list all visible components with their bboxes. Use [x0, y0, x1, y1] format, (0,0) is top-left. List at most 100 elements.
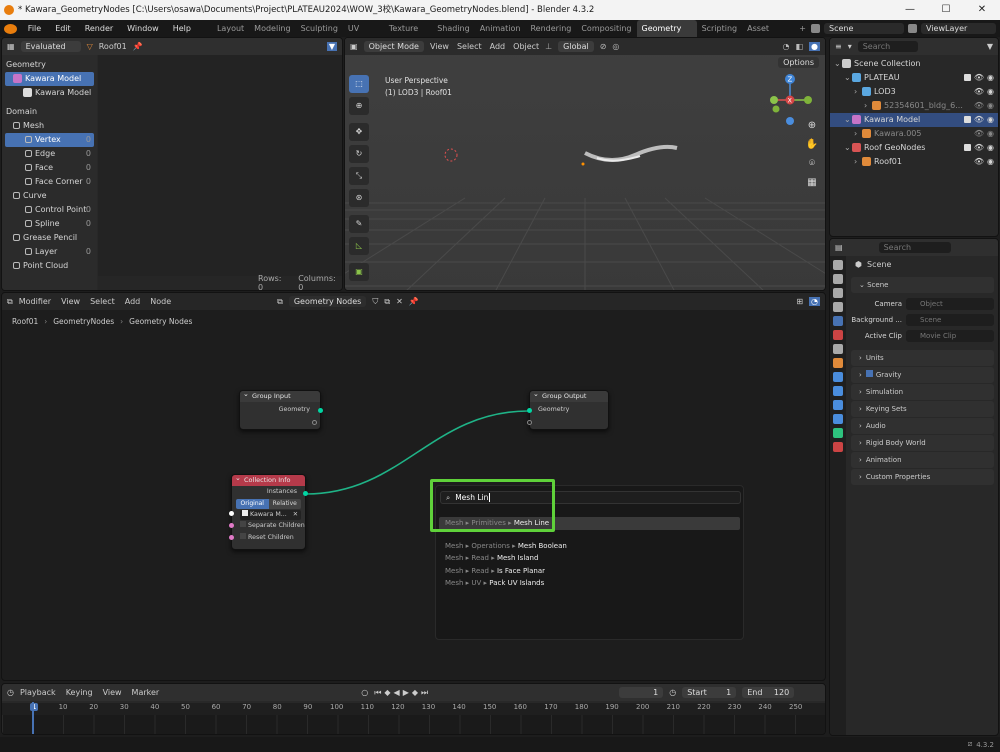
- viewport-menu-add[interactable]: Add: [490, 42, 506, 51]
- world-tab-icon[interactable]: [833, 330, 843, 340]
- geometry-item[interactable]: Kawara Model: [5, 86, 94, 100]
- next-keyframe-icon[interactable]: ◆: [412, 688, 418, 698]
- pin-icon[interactable]: 📌: [133, 42, 143, 51]
- search-result-is-face-planar[interactable]: Mesh ▸ Read ▸ Is Face Planar: [439, 565, 740, 578]
- editor-type-icon[interactable]: ▦: [7, 42, 15, 51]
- outliner-editor-icon[interactable]: ≡: [835, 42, 842, 51]
- group-input-node[interactable]: Group Input Geometry: [239, 389, 323, 430]
- instances-socket[interactable]: [303, 491, 308, 496]
- group-input-empty-socket[interactable]: [312, 420, 317, 425]
- workspace-tab-asset-browser[interactable]: Asset Browser: [742, 20, 794, 50]
- reset-children-row[interactable]: Reset Children: [232, 532, 305, 544]
- timeline-menu-marker[interactable]: Marker: [132, 688, 160, 697]
- menu-edit[interactable]: Edit: [48, 24, 78, 33]
- outliner-row-plateau[interactable]: ⌄ PLATEAU 👁 ◉: [830, 71, 998, 85]
- fake-user-shield-icon[interactable]: ⛉: [372, 297, 378, 307]
- overlay-icon[interactable]: ◔: [782, 42, 789, 51]
- transform-tool-icon[interactable]: ⊛: [349, 189, 369, 207]
- breadcrumb-item[interactable]: Geometry Nodes: [129, 317, 192, 326]
- section-simulation[interactable]: › Simulation: [851, 384, 994, 400]
- object-mode-dropdown[interactable]: Object Mode: [363, 41, 424, 52]
- group-output-empty-socket[interactable]: [527, 420, 532, 425]
- workspace-tab-modeling[interactable]: Modeling: [249, 20, 295, 37]
- viewport-menu-object[interactable]: Object: [513, 42, 539, 51]
- collection-tab-icon[interactable]: [833, 344, 843, 354]
- prop-field-value[interactable]: Object: [906, 298, 994, 310]
- geometry-item[interactable]: Kawara Model: [5, 72, 94, 86]
- section-keying-sets[interactable]: › Keying Sets: [851, 401, 994, 417]
- menu-window[interactable]: Window: [120, 24, 166, 33]
- duplicate-tree-icon[interactable]: ⧉: [384, 297, 390, 307]
- domain-spline[interactable]: Spline 0: [5, 217, 94, 231]
- exclude-checkbox[interactable]: [963, 144, 971, 151]
- data-tab-icon[interactable]: [833, 428, 843, 438]
- timeline-menu-playback[interactable]: Playback: [20, 688, 56, 697]
- record-icon[interactable]: ○: [361, 688, 368, 697]
- jump-start-icon[interactable]: ⏮: [374, 688, 381, 698]
- scale-tool-icon[interactable]: ⤡: [349, 167, 369, 185]
- display-mode-icon[interactable]: ▾: [848, 42, 852, 51]
- node-tree-selector[interactable]: Geometry Nodes: [288, 296, 367, 307]
- filter-icon[interactable]: ▼: [326, 42, 337, 51]
- scene-panel-header[interactable]: ⌄ Scene: [851, 277, 994, 293]
- node-pin-icon[interactable]: 📌: [409, 297, 419, 306]
- workspace-tab-shading[interactable]: Shading: [432, 20, 475, 37]
- proportional-edit-icon[interactable]: ◎: [612, 42, 619, 51]
- original-mode-button[interactable]: Original: [236, 499, 269, 509]
- search-result-pack-uv-islands[interactable]: Mesh ▸ UV ▸ Pack UV Islands: [439, 577, 740, 590]
- section-gravity[interactable]: › Gravity: [851, 367, 994, 383]
- transform-orientation-icon[interactable]: ⊥: [545, 42, 552, 51]
- domain-face[interactable]: Face 0: [5, 161, 94, 175]
- workspace-tab-geometry-nodes[interactable]: Geometry Nodes: [636, 20, 697, 50]
- object-tab-icon[interactable]: [833, 358, 843, 368]
- viewport-editor-icon[interactable]: ▣: [350, 42, 358, 51]
- blender-menu-icon[interactable]: [4, 23, 17, 34]
- outliner-row-lod3[interactable]: › LOD3 👁 ◉: [830, 85, 998, 99]
- outliner-row-kawara-model[interactable]: ⌄ Kawara Model 👁 ◉: [830, 113, 998, 127]
- visibility-eye-icon[interactable]: 👁: [974, 71, 984, 85]
- viewport-menu-view[interactable]: View: [430, 42, 449, 51]
- preview-range-icon[interactable]: ◷: [669, 688, 676, 697]
- viewport-menu-select[interactable]: Select: [457, 42, 482, 51]
- group-output-geometry-socket[interactable]: [527, 408, 532, 413]
- menu-render[interactable]: Render: [78, 24, 120, 33]
- timeline-editor-icon[interactable]: ◷: [7, 688, 14, 697]
- workspace-tab-compositing[interactable]: Compositing: [576, 20, 636, 37]
- section-animation[interactable]: › Animation: [851, 452, 994, 468]
- workspace-tab-texture-paint[interactable]: Texture Paint: [384, 20, 432, 50]
- separate-children-socket[interactable]: [229, 523, 234, 528]
- visibility-eye-icon[interactable]: 👁: [974, 99, 984, 113]
- node-menu-select[interactable]: Select: [90, 297, 115, 306]
- timeline-menu-view[interactable]: View: [103, 688, 122, 697]
- node-editor-type-icon[interactable]: ⧉: [7, 297, 13, 307]
- unlink-tree-icon[interactable]: ✕: [396, 297, 403, 306]
- outliner-search-input[interactable]: Search: [857, 41, 918, 52]
- prop-field-value[interactable]: Scene: [906, 314, 994, 326]
- render-tab-icon[interactable]: [833, 274, 843, 284]
- expand-arrow-icon[interactable]: ›: [854, 85, 862, 99]
- domain-point-cloud[interactable]: Point Cloud: [5, 259, 94, 273]
- node-menu-node[interactable]: Node: [150, 297, 171, 306]
- move-tool-icon[interactable]: ✥: [349, 123, 369, 141]
- timeline-menu-keying[interactable]: Keying: [66, 688, 93, 697]
- viewlayer-selector[interactable]: ViewLayer: [921, 23, 996, 34]
- node-tree-icon[interactable]: ⧉: [277, 297, 283, 307]
- separate-children-checkbox[interactable]: [240, 521, 246, 527]
- domain-mesh[interactable]: Mesh: [5, 119, 94, 133]
- collection-field[interactable]: Kawara M... ✕: [240, 510, 301, 520]
- playhead[interactable]: [32, 702, 34, 734]
- breadcrumb-item[interactable]: Roof01: [12, 317, 38, 326]
- node-menu-view[interactable]: View: [61, 297, 80, 306]
- render-camera-icon[interactable]: ◉: [987, 127, 994, 141]
- expand-arrow-icon[interactable]: ›: [864, 99, 872, 113]
- render-camera-icon[interactable]: ◉: [987, 85, 994, 99]
- render-camera-icon[interactable]: ◉: [987, 141, 994, 155]
- start-frame-field[interactable]: Start 1: [682, 687, 737, 698]
- scene-selector[interactable]: Scene: [824, 23, 904, 34]
- domain-vertex[interactable]: Vertex 0: [5, 133, 94, 147]
- outliner-filter-icon[interactable]: ▼: [987, 42, 993, 51]
- maximize-button[interactable]: ☐: [928, 0, 964, 20]
- viewport-options-button[interactable]: Options: [778, 57, 819, 68]
- particles-tab-icon[interactable]: [833, 386, 843, 396]
- collection-info-node[interactable]: Collection Info Instances Original Relat…: [229, 473, 308, 550]
